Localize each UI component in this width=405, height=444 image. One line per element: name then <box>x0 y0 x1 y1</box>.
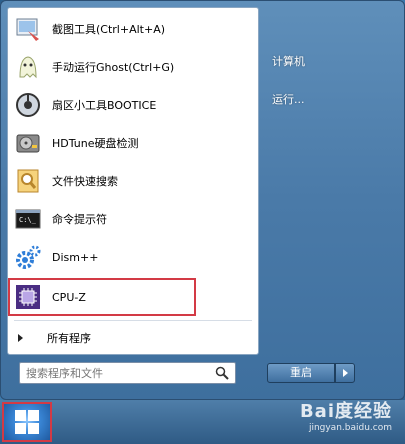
program-label: 扇区小工具BOOTICE <box>52 99 157 112</box>
programs-pane: 截图工具(Ctrl+Alt+A) 手动运行Ghost(Ctrl+G) 扇区小工具… <box>7 7 259 355</box>
watermark: Bai度经验 jingyan.baidu.com <box>232 388 402 442</box>
program-label: 手动运行Ghost(Ctrl+G) <box>52 61 175 74</box>
program-item-hdtune[interactable]: HDTune硬盘检测 <box>10 126 256 160</box>
program-item-bootice[interactable]: 扇区小工具BOOTICE <box>10 88 256 122</box>
right-item-run[interactable]: 运行... <box>272 91 305 107</box>
program-label: HDTune硬盘检测 <box>52 137 139 150</box>
program-item-file-search[interactable]: 文件快速搜索 <box>10 164 256 198</box>
command-prompt-icon: C:\_ <box>12 203 44 235</box>
windows-logo-icon <box>15 410 39 434</box>
file-search-icon <box>12 165 44 197</box>
chevron-right-icon <box>18 334 23 342</box>
program-item-dism[interactable]: Dism++ <box>10 240 256 274</box>
search-icon[interactable] <box>215 366 229 383</box>
search-input[interactable] <box>26 366 206 380</box>
start-button[interactable] <box>2 402 52 442</box>
right-item-computer[interactable]: 计算机 <box>272 53 305 69</box>
divider <box>14 320 252 321</box>
chevron-right-icon <box>342 369 348 377</box>
gear-icon <box>12 241 44 273</box>
hard-disk-icon <box>12 127 44 159</box>
start-menu: 截图工具(Ctrl+Alt+A) 手动运行Ghost(Ctrl+G) 扇区小工具… <box>0 0 405 400</box>
watermark-url: jingyan.baidu.com <box>308 423 392 433</box>
program-item-command-prompt[interactable]: C:\_ 命令提示符 <box>10 202 256 236</box>
svg-text:C:\_: C:\_ <box>19 216 37 224</box>
program-item-ghost[interactable]: 手动运行Ghost(Ctrl+G) <box>10 50 256 84</box>
bootice-icon <box>12 89 44 121</box>
program-item-snipping-tool[interactable]: 截图工具(Ctrl+Alt+A) <box>10 12 256 46</box>
program-label: 截图工具(Ctrl+Alt+A) <box>52 23 166 36</box>
all-programs-label: 所有程序 <box>47 332 91 345</box>
highlight-box <box>8 278 196 316</box>
snipping-tool-icon <box>12 13 44 45</box>
search-box[interactable] <box>19 362 236 384</box>
program-label: 文件快速搜索 <box>52 175 118 188</box>
all-programs-button[interactable]: 所有程序 <box>18 328 91 348</box>
program-label: 命令提示符 <box>52 213 107 226</box>
ghost-icon <box>12 51 44 83</box>
program-label: Dism++ <box>52 250 99 264</box>
restart-button[interactable]: 重启 <box>267 363 335 383</box>
watermark-main: Bai度经验 <box>299 401 392 422</box>
shutdown-options-button[interactable] <box>335 363 355 383</box>
